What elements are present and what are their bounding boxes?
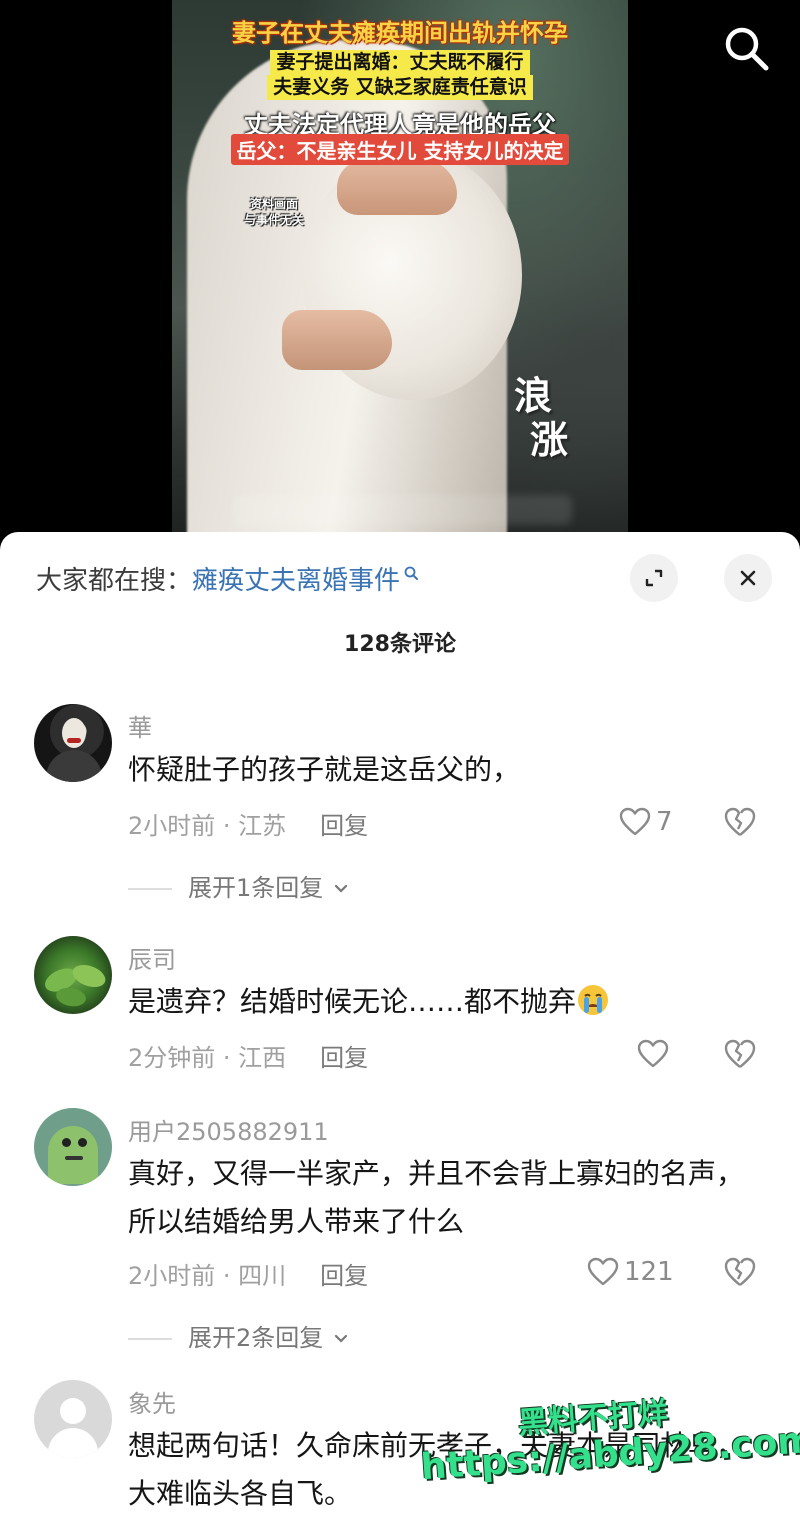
fullscreen-button[interactable]: [630, 554, 678, 602]
avatar[interactable]: [34, 1108, 112, 1186]
expand-divider: [128, 1338, 172, 1340]
trending-link[interactable]: 瘫痪丈夫离婚事件: [192, 566, 400, 596]
video-caption-subtitle: 妻子提出离婚：丈夫既不履行 夫妻义务 又缺乏家庭责任意识: [172, 50, 628, 100]
avatar-head: [48, 1126, 98, 1184]
expand-icon: [645, 569, 663, 587]
reply-button[interactable]: 回复: [320, 1262, 368, 1290]
dislike-button[interactable]: [722, 1254, 758, 1290]
avatar[interactable]: [34, 1380, 112, 1458]
avatar-eye: [78, 1138, 87, 1147]
avatar[interactable]: [34, 936, 112, 1014]
expand-replies-label: 展开2条回复: [188, 1324, 324, 1352]
reply-button[interactable]: 回复: [320, 1044, 368, 1072]
avatar-head: [60, 1398, 86, 1424]
video-hand-bottom: [282, 310, 392, 370]
like-button[interactable]: 7: [618, 804, 673, 840]
chevron-down-icon: [334, 1334, 348, 1343]
comment-text[interactable]: 是遗弃？结婚时候无论……都不抛弃: [128, 978, 768, 1026]
heart-icon: [587, 1257, 619, 1286]
avatar-mouth: [67, 738, 81, 743]
expand-replies-label: 展开1条回复: [188, 874, 324, 902]
reply-button[interactable]: 回复: [320, 812, 368, 840]
video-caption-line4: 岳父：不是亲生女儿 支持女儿的决定: [172, 134, 628, 165]
channel-logo: 浪 涨: [510, 365, 600, 462]
video-disclaimer-line1: 资料画面: [249, 197, 298, 211]
comment-username[interactable]: 象先: [128, 1384, 176, 1419]
video-caption-subtitle-line2: 夫妻义务 又缺乏家庭责任意识: [267, 75, 533, 100]
channel-logo-char2: 涨: [530, 417, 569, 462]
avatar-body: [46, 750, 102, 782]
comment-location: 四川: [238, 1262, 287, 1290]
avatar-leaf: [54, 985, 88, 1009]
expand-replies[interactable]: 展开1条回复: [128, 868, 351, 903]
trending-search: 大家都在搜：瘫痪丈夫离婚事件: [36, 558, 419, 597]
comment-location: 江苏: [238, 812, 287, 840]
avatar-mouth: [65, 1156, 83, 1160]
comment-sheet: 大家都在搜：瘫痪丈夫离婚事件 128条评论 華 怀疑肚子的孩子就是这岳父的， 2…: [0, 532, 800, 1517]
video-blurred-subtitle: [232, 495, 572, 525]
close-icon: [740, 570, 756, 586]
expand-replies[interactable]: 展开2条回复: [128, 1318, 351, 1353]
like-button[interactable]: [636, 1036, 674, 1072]
like-count: 121: [624, 1257, 674, 1287]
video-caption-subtitle-line1: 妻子提出离婚：丈夫既不履行: [270, 50, 530, 75]
dislike-button[interactable]: [722, 804, 758, 840]
broken-heart-icon: [724, 1039, 756, 1068]
close-button[interactable]: [724, 554, 772, 602]
heart-icon: [637, 1039, 669, 1068]
avatar-face: [62, 718, 86, 748]
comment-username[interactable]: 用户2505882911: [128, 1112, 329, 1147]
broken-heart-icon: [724, 807, 756, 836]
broken-heart-icon: [724, 1257, 756, 1286]
chevron-down-icon: [334, 884, 348, 893]
expand-divider: [128, 888, 172, 890]
comment-time: 2小时前: [128, 812, 216, 840]
comment-time: 2小时前: [128, 1262, 216, 1290]
comment-meta: 2分钟前 · 江西 回复: [128, 1044, 369, 1072]
comment-username[interactable]: 華: [128, 708, 152, 743]
avatar[interactable]: [34, 704, 112, 782]
like-count: 7: [656, 807, 673, 837]
crying-face-icon: [578, 985, 609, 1015]
video-hand-top: [337, 160, 457, 215]
search-icon: [725, 27, 769, 71]
video-disclaimer-line2: 与事件无关: [243, 213, 304, 227]
like-button[interactable]: 121: [586, 1254, 674, 1290]
video-player[interactable]: 妻子在丈夫瘫痪期间出轨并怀孕 妻子提出离婚：丈夫既不履行 夫妻义务 又缺乏家庭责…: [0, 0, 800, 560]
comment-time: 2分钟前: [128, 1044, 216, 1072]
dislike-button[interactable]: [722, 1036, 758, 1072]
comment-meta: 2小时前 · 江苏 回复: [128, 812, 369, 840]
avatar-body: [48, 1428, 98, 1458]
video-disclaimer: 资料画面 与事件无关: [224, 196, 324, 228]
video-frame: 妻子在丈夫瘫痪期间出轨并怀孕 妻子提出离婚：丈夫既不履行 夫妻义务 又缺乏家庭责…: [172, 0, 628, 560]
trending-prefix: 大家都在搜：: [36, 566, 193, 596]
comment-text[interactable]: 怀疑肚子的孩子就是这岳父的，: [128, 746, 768, 794]
comment-text-content: 是遗弃？结婚时候无论……都不抛弃: [128, 985, 577, 1018]
avatar-eye: [62, 1138, 71, 1147]
video-caption-title: 妻子在丈夫瘫痪期间出轨并怀孕: [232, 19, 568, 47]
heart-icon: [619, 807, 651, 836]
comment-count: 128条评论: [344, 632, 456, 657]
comment-meta: 2小时前 · 四川 回复: [128, 1262, 369, 1290]
search-small-icon: [403, 558, 419, 580]
comment-username[interactable]: 辰司: [128, 940, 176, 975]
avatar-leaf: [69, 960, 109, 992]
comment-text[interactable]: 真好，又得一半家产，并且不会背上寡妇的名声，所以结婚给男人带来了什么: [128, 1150, 768, 1246]
comment-location: 江西: [238, 1044, 287, 1072]
search-button[interactable]: [718, 20, 774, 76]
